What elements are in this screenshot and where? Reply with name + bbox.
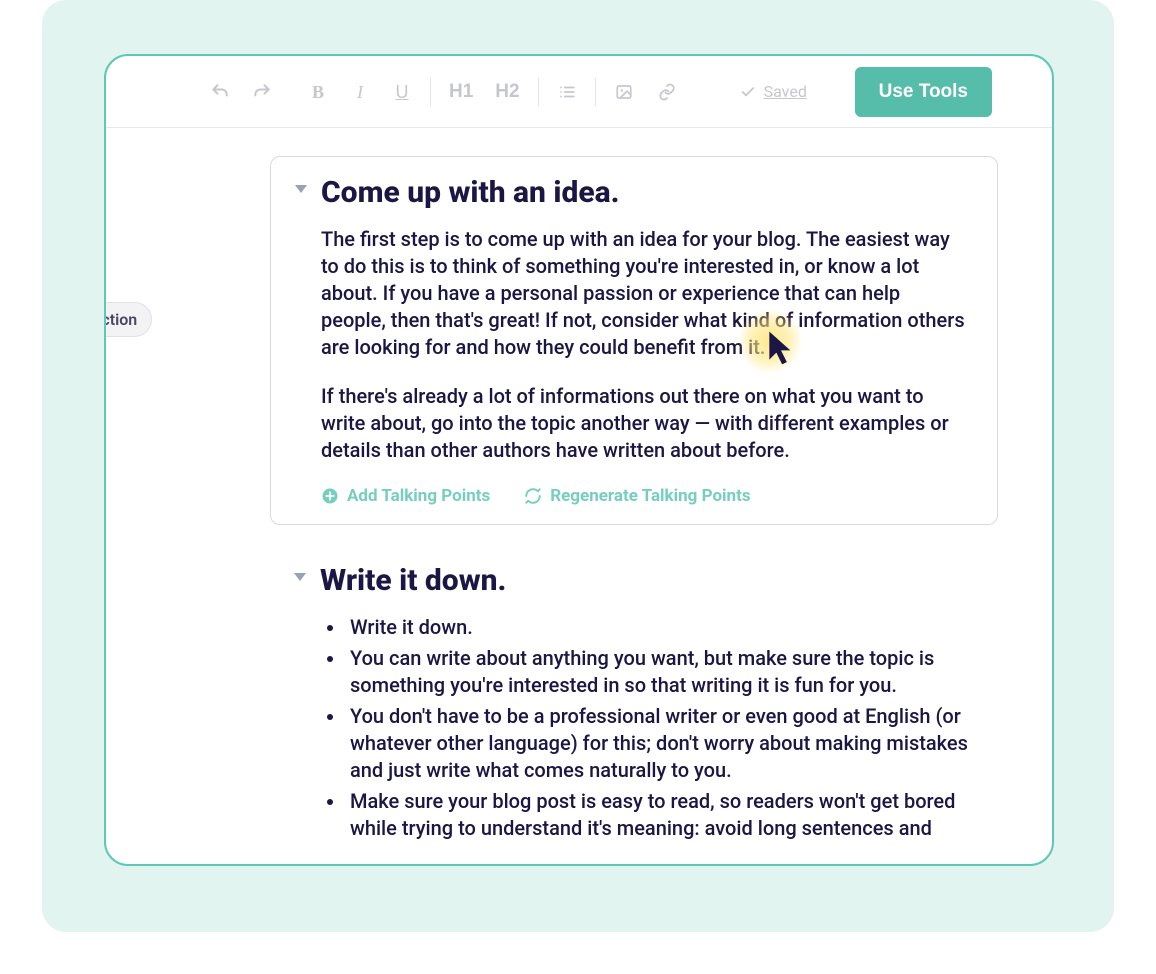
collapse-toggle[interactable] — [292, 571, 308, 583]
h1-button[interactable]: H1 — [449, 82, 473, 101]
regenerate-talking-points-button[interactable]: Regenerate Talking Points — [524, 486, 750, 506]
use-tools-button[interactable]: Use Tools — [855, 67, 992, 117]
redo-button[interactable] — [252, 82, 272, 102]
section-card-2[interactable]: Write it down. Write it down. You can wr… — [320, 563, 1000, 842]
saved-status: Saved — [740, 82, 807, 101]
saved-label: Saved — [764, 82, 807, 101]
editor-card: B I U H1 H2 — [104, 54, 1054, 866]
section-card-1[interactable]: Come up with an idea. The first step is … — [270, 156, 998, 525]
italic-button[interactable]: I — [350, 83, 370, 101]
chevron-down-icon — [293, 183, 309, 195]
list-item[interactable]: You don't have to be a professional writ… — [346, 703, 1000, 784]
section-paragraph[interactable]: The first step is to come up with an ide… — [321, 226, 969, 361]
list-item[interactable]: Write it down. — [346, 614, 1000, 641]
section-title[interactable]: Write it down. — [320, 563, 1000, 598]
toolbar: B I U H1 H2 — [106, 56, 1052, 128]
list-item[interactable]: You can write about anything you want, b… — [346, 645, 1000, 699]
section-bullets[interactable]: Write it down. You can write about anyth… — [320, 614, 1000, 842]
h2-button[interactable]: H2 — [495, 82, 519, 101]
add-talking-points-button[interactable]: Add Talking Points — [321, 486, 490, 506]
section-body[interactable]: The first step is to come up with an ide… — [321, 226, 969, 464]
list-button[interactable] — [557, 83, 577, 101]
plus-circle-icon — [321, 487, 339, 505]
section-pill: Section — [104, 302, 152, 337]
underline-button[interactable]: U — [392, 83, 412, 101]
undo-button[interactable] — [210, 82, 230, 102]
link-button[interactable] — [656, 83, 678, 101]
section-title[interactable]: Come up with an idea. — [321, 175, 969, 210]
list-item[interactable]: Make sure your blog post is easy to read… — [346, 788, 1000, 842]
collapse-toggle[interactable] — [293, 183, 309, 195]
chevron-down-icon — [292, 571, 308, 583]
image-button[interactable] — [614, 83, 634, 101]
section-paragraph[interactable]: If there's already a lot of informations… — [321, 383, 969, 464]
refresh-icon — [524, 487, 542, 505]
bold-button[interactable]: B — [308, 83, 328, 101]
check-icon — [740, 84, 756, 100]
